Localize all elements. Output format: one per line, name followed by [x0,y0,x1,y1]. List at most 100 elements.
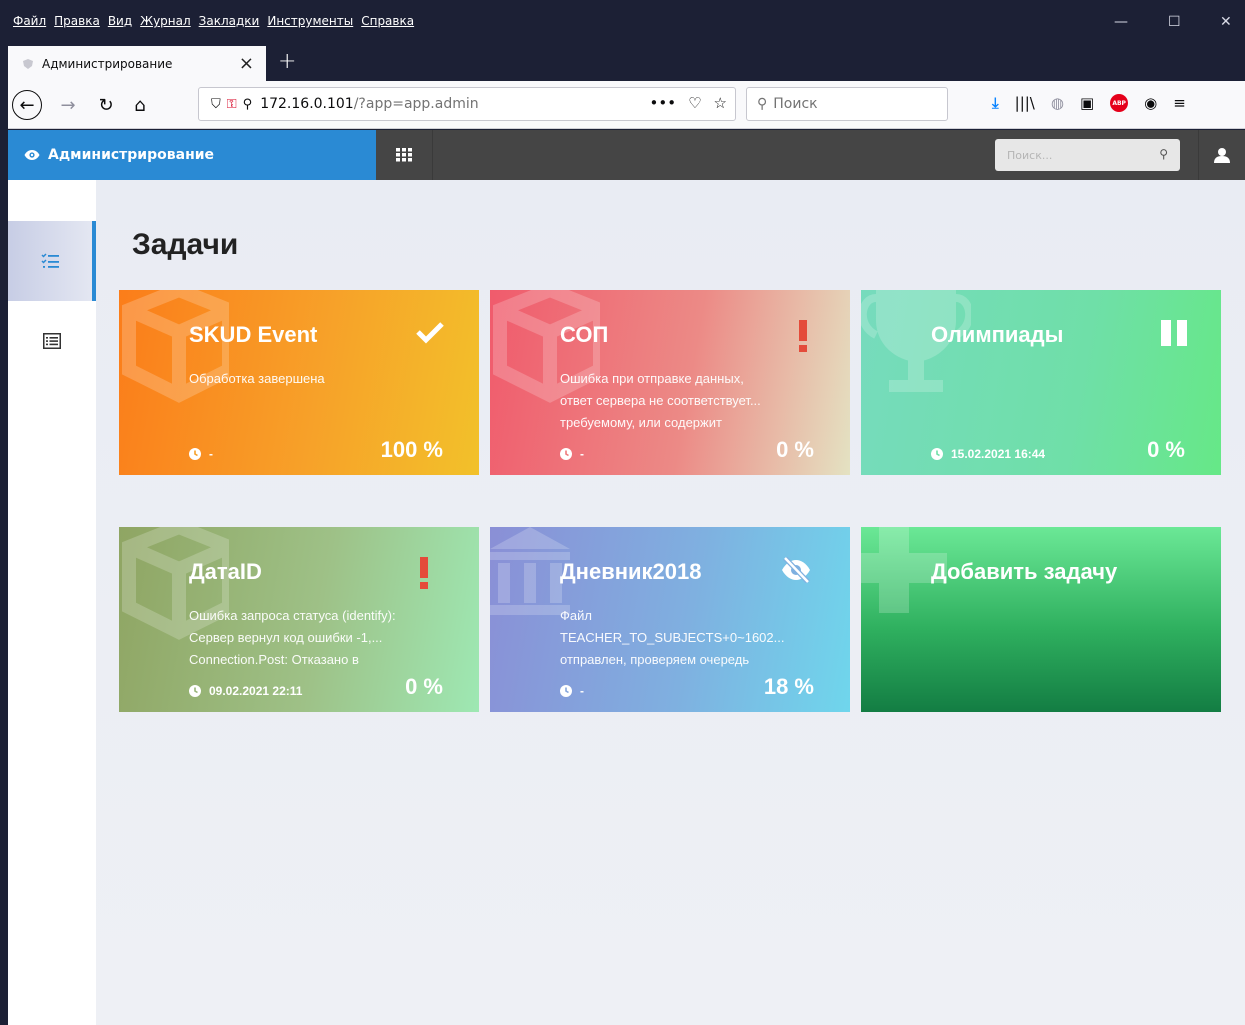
exclamation-icon [419,557,429,593]
card-title: SKUD Event [189,322,318,347]
library-icon[interactable]: |||\ [1015,94,1035,112]
browser-search-input[interactable]: ⚲ Поиск [746,87,948,121]
card-description-line: Файл [560,608,592,623]
card-time: 15.02.2021 16:44 [931,447,1045,461]
task-card-skud-event[interactable]: SKUD Event Обработка завершена - 100 % [119,290,479,475]
forward-icon[interactable]: → [54,91,82,119]
menu-item-file[interactable]: Файл [13,14,46,28]
url-actions: ••• ♡ ☆ [650,94,727,112]
card-percent: 100 % [380,437,443,462]
back-icon[interactable]: ← [12,90,42,120]
card-percent: 0 % [776,437,814,462]
eye-icon [24,150,40,160]
download-icon[interactable]: ⤓ [992,94,999,112]
card-title: ДатаID [189,559,262,584]
menu-item-view[interactable]: Вид [108,14,132,28]
card-time-value: - [209,447,213,461]
card-description-line: Ошибка запроса статуса (identify): [189,608,396,623]
check-icon [415,320,445,348]
browser-toolbar-icons: ⤓ |||\ ◍ ▣ ABP ◉ ≡ [992,94,1186,112]
url-path: /?app=app.admin [353,96,479,112]
browser-menubar: Файл Правка Вид Журнал Закладки Инструме… [8,0,1245,46]
app-search-placeholder: Поиск... [1007,148,1053,162]
task-card-sop[interactable]: СОП Ошибка при отправке данных, ответ се… [490,290,850,475]
menu-item-help[interactable]: Справка [361,14,414,28]
card-description-line: требуемому, или содержит [560,415,722,430]
sidebar [8,180,96,1025]
new-tab-icon[interactable]: + [278,49,296,74]
task-card-dataid[interactable]: ДатаID Ошибка запроса статуса (identify)… [119,527,479,712]
sidebar-item-list[interactable] [8,301,96,381]
app-header: Администрирование Поиск... ⚲ [8,130,1245,180]
clock-icon [560,448,572,460]
card-description-line: Connection.Post: Отказано в [189,652,359,667]
menu-item-bookmarks[interactable]: Закладки [199,14,260,28]
card-description: Файл TEACHER_TO_SUBJECTS+0~1602... отпра… [560,605,810,671]
globe-icon[interactable]: ◍ [1051,94,1064,112]
card-description-line: отправлен, проверяем очередь [560,652,750,667]
card-title: Дневник2018 [560,559,702,584]
url-security-icons: ⛉ ⚿ ⚲ [211,97,252,112]
app-search-input[interactable]: Поиск... ⚲ [995,139,1180,171]
url-bar[interactable]: ⛉ ⚿ ⚲ 172.16.0.101 /?app=app.admin ••• ♡… [198,87,736,121]
brand-title: Администрирование [48,147,215,163]
account-icon[interactable]: ◉ [1144,94,1157,112]
menu-item-history[interactable]: Журнал [140,14,191,28]
page-title: Задачи [132,228,239,261]
shield-icon[interactable]: ⛉ [211,97,221,112]
search-icon[interactable]: ⚲ [1159,147,1168,161]
bookmark-star-icon[interactable]: ☆ [714,94,727,112]
shield-favicon-icon [23,58,33,69]
pocket-icon[interactable]: ♡ [688,94,701,112]
user-icon [1214,148,1230,163]
menu-item-edit[interactable]: Правка [54,14,100,28]
card-description-line: ответ сервера не соответствует... [560,393,761,408]
card-time: - [560,447,584,461]
apps-grid-button[interactable] [376,130,433,180]
tab-close-icon[interactable]: × [239,53,254,74]
card-description-line: Ошибка при отправке данных, [560,371,744,386]
menu-item-tools[interactable]: Инструменты [267,14,353,28]
more-icon[interactable]: ••• [650,94,677,112]
minimize-icon[interactable]: — [1114,14,1128,30]
card-time-value: - [580,684,584,698]
plus-bg-icon [861,527,947,613]
adblock-icon[interactable]: ABP [1110,94,1129,112]
task-card-olympiads[interactable]: Олимпиады 15.02.2021 16:44 0 % [861,290,1221,475]
add-task-card[interactable]: Добавить задачу [861,527,1221,712]
menu-list: Файл Правка Вид Журнал Закладки Инструме… [13,14,414,28]
browser-tab[interactable]: Администрирование × [8,46,266,81]
card-time-value: 09.02.2021 22:11 [209,684,303,698]
card-percent: 18 % [763,674,814,699]
cube-bg-icon [122,290,229,403]
home-icon[interactable]: ⌂ [126,91,154,119]
sidebar-toggle-icon[interactable]: ▣ [1080,94,1094,112]
insecure-lock-icon[interactable]: ⚿ [227,97,237,112]
clock-icon [189,685,201,697]
card-description-line: Сервер вернул код ошибки -1,... [189,630,383,645]
list-icon [43,333,61,349]
card-description-line: Обработка завершена [189,371,325,386]
hamburger-menu-icon[interactable]: ≡ [1173,94,1186,112]
card-title: Олимпиады [931,322,1064,347]
reload-icon[interactable]: ↻ [92,91,120,119]
card-time: - [189,447,213,461]
task-card-diary2018[interactable]: Дневник2018 Файл TEACHER_TO_SUBJECTS+0~1… [490,527,850,712]
card-time-value: 15.02.2021 16:44 [951,447,1046,461]
close-window-icon[interactable]: ✕ [1220,14,1232,30]
search-icon: ⚲ [757,96,768,112]
sidebar-item-tasks[interactable] [8,221,96,301]
main-content: Задачи SKUD Event Обработка завершена - … [96,180,1245,1025]
clock-icon [931,448,943,460]
add-task-label: Добавить задачу [931,559,1118,584]
task-list-icon [41,253,59,268]
card-description-line: TEACHER_TO_SUBJECTS+0~1602... [560,630,785,645]
app-brand[interactable]: Администрирование [8,130,376,180]
permissions-icon[interactable]: ⚲ [243,97,253,112]
eye-slash-icon [780,556,812,587]
grid-icon [396,148,412,162]
clock-icon [560,685,572,697]
maximize-icon[interactable]: ☐ [1168,14,1181,30]
card-description: Ошибка при отправке данных, ответ сервер… [560,368,810,434]
user-button[interactable] [1198,130,1245,180]
